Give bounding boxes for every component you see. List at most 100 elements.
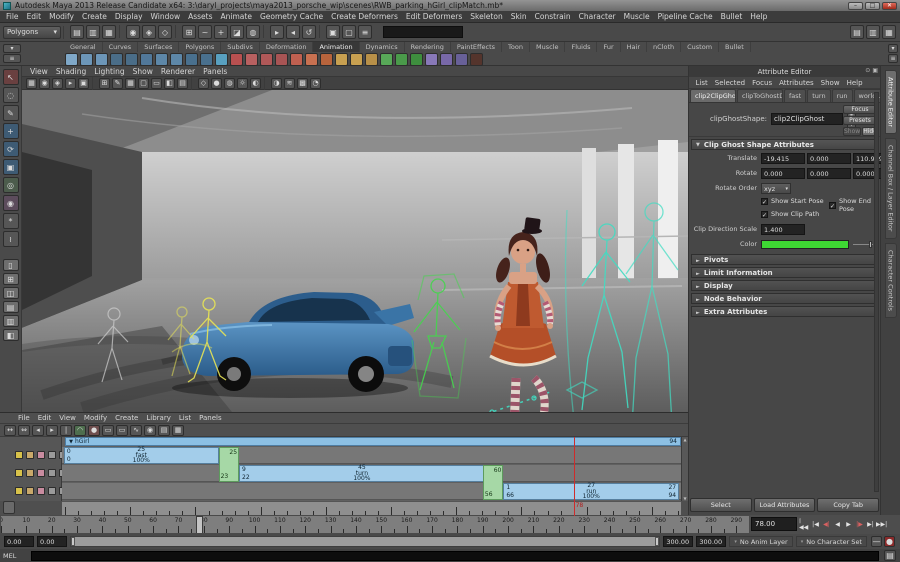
shelf-tab-subdivs[interactable]: Subdivs [221, 42, 260, 52]
set-driven-key-icon[interactable] [230, 53, 243, 66]
shelf-tab-menu-icon[interactable]: ▾ [3, 44, 21, 53]
range-slider[interactable] [70, 536, 660, 547]
shelf-tab-curves[interactable]: Curves [103, 42, 139, 52]
track-lock-icon[interactable] [37, 451, 45, 459]
show-button[interactable]: Show [843, 127, 861, 136]
range-start-handle[interactable] [71, 537, 75, 546]
hold-current-keys-icon[interactable] [140, 53, 153, 66]
shelf-item-menu-icon[interactable]: ≡ [3, 54, 21, 63]
trax-menu-view[interactable]: View [55, 414, 80, 422]
menu-display[interactable]: Display [111, 12, 147, 21]
viewport-menu-lighting[interactable]: Lighting [90, 67, 128, 76]
side-tab-channel-box-layer-editor[interactable]: Channel Box / Layer Editor [885, 138, 897, 239]
track-up-icon[interactable] [48, 451, 56, 459]
play-forward-icon[interactable]: ▶ [843, 518, 854, 530]
grid-toggle-icon[interactable]: ▦ [125, 78, 136, 89]
go-to-start-icon[interactable]: |◀◀ [799, 518, 810, 530]
track-lock-icon[interactable] [37, 487, 45, 495]
nonlinear-wave-icon[interactable] [410, 53, 423, 66]
trax-scrollbar[interactable]: ▲▼ [681, 437, 688, 501]
ae-tab-fast[interactable]: fast [784, 89, 806, 102]
create-clip-icon[interactable] [155, 53, 168, 66]
snap-to-curve-icon[interactable]: ~ [198, 25, 212, 39]
lattice-deformer-icon[interactable] [260, 53, 273, 66]
nonlinear-twist-icon[interactable] [395, 53, 408, 66]
trax-move-clip-icon[interactable]: ↔ [4, 425, 16, 436]
item-copy-tab[interactable]: Copy Tab [817, 498, 879, 512]
viewport-menu-panels[interactable]: Panels [199, 67, 231, 76]
ae-menu-focus[interactable]: Focus [749, 79, 776, 87]
single-pane-layout-icon[interactable]: ▯ [3, 259, 19, 271]
item-select[interactable]: Select [690, 498, 752, 512]
render-current-frame-icon[interactable]: ▣ [326, 25, 340, 39]
nonlinear-sine-icon[interactable] [365, 53, 378, 66]
set-breakdown-icon[interactable] [125, 53, 138, 66]
clip-direction-scale-field[interactable] [761, 224, 805, 235]
ik-spline-handle-icon[interactable] [95, 53, 108, 66]
track-mute-icon[interactable] [15, 487, 23, 495]
film-gate-icon[interactable]: ▢ [138, 78, 149, 89]
minimize-button[interactable]: – [848, 2, 863, 10]
make-live-icon[interactable]: ◍ [246, 25, 260, 39]
2d-pan-zoom-icon[interactable]: ⊞ [99, 78, 110, 89]
camera-attributes-icon[interactable]: ◈ [52, 78, 63, 89]
screen-space-ao-icon[interactable]: ◑ [271, 78, 282, 89]
menu-modify[interactable]: Modify [45, 12, 78, 21]
snap-to-grid-icon[interactable]: ⊞ [182, 25, 196, 39]
shelf-tab-hair[interactable]: Hair [621, 42, 647, 52]
menu-create-deformers[interactable]: Create Deformers [327, 12, 402, 21]
time-slider[interactable]: 0102030405060708090100110120130140150160… [0, 515, 750, 534]
rotate-x-field[interactable] [761, 168, 805, 179]
move-tool-icon[interactable]: + [3, 123, 19, 139]
graph-editor-icon[interactable] [440, 53, 453, 66]
image-plane-icon[interactable]: ▣ [78, 78, 89, 89]
select-by-hierarchy-icon[interactable]: ◉ [126, 25, 140, 39]
shelf-tab-muscle[interactable]: Muscle [530, 42, 566, 52]
universal-manipulator-icon[interactable]: ◎ [3, 177, 19, 193]
anim-layer-selector[interactable]: No Anim Layer [729, 536, 792, 547]
section-node-behavior[interactable]: Node Behavior [691, 293, 878, 304]
shelf-tab-fur[interactable]: Fur [597, 42, 620, 52]
shelf-tab-ncloth[interactable]: nCloth [647, 42, 681, 52]
scene-new-icon[interactable]: ▤ [70, 25, 84, 39]
ae-tab-run[interactable]: run [832, 89, 853, 102]
channel-box-toggle-icon[interactable]: ▤ [850, 25, 864, 39]
current-time-field[interactable]: 78.00 [751, 517, 797, 531]
lock-camera-icon[interactable]: ◉ [39, 78, 50, 89]
step-forward-frame-icon[interactable]: |▶ [854, 518, 865, 530]
persp-trax-layout-icon[interactable]: ◧ [3, 329, 19, 341]
resolution-gate-icon[interactable]: ▭ [151, 78, 162, 89]
menu-create[interactable]: Create [78, 12, 111, 21]
blend-shape-icon[interactable] [275, 53, 288, 66]
shelf-tab-polygons[interactable]: Polygons [179, 42, 221, 52]
presets-button[interactable]: Presets [843, 116, 877, 125]
lock-icon[interactable] [3, 501, 15, 514]
shelf-tab-toon[interactable]: Toon [502, 42, 530, 52]
jiggle-deformer-icon[interactable] [320, 53, 333, 66]
track-lock-icon[interactable] [37, 469, 45, 477]
ae-tab-cliptoghostdata1[interactable]: clipToGhostData1 [737, 89, 783, 102]
wireframe-mode-icon[interactable]: ◇ [198, 78, 209, 89]
trax-graph-curves-icon[interactable]: ∿ [130, 425, 142, 436]
trax-frame-all-icon[interactable]: ▭ [102, 425, 114, 436]
trax-trim-before-icon[interactable]: ◂ [32, 425, 44, 436]
menu-geometry-cache[interactable]: Geometry Cache [256, 12, 327, 21]
range-end-handle[interactable] [655, 537, 659, 546]
trax-menu-library[interactable]: Library [142, 414, 174, 422]
nonlinear-squash-icon[interactable] [380, 53, 393, 66]
shelf-tab-surfaces[interactable]: Surfaces [138, 42, 179, 52]
multisample-aa-icon[interactable]: ▩ [297, 78, 308, 89]
menu-character[interactable]: Character [575, 12, 620, 21]
current-time-indicator[interactable] [574, 437, 575, 516]
shelf-tab-rendering[interactable]: Rendering [405, 42, 451, 52]
ae-menu-show[interactable]: Show [817, 79, 843, 87]
quick-selection-input[interactable] [383, 26, 463, 38]
animation-end-field[interactable] [696, 536, 726, 547]
use-all-lights-icon[interactable]: ☼ [237, 78, 248, 89]
trax-clip-turn[interactable]: 45turn100%922 [239, 465, 485, 482]
create-pose-icon[interactable] [170, 53, 183, 66]
item-load-attributes[interactable]: Load Attributes [754, 498, 816, 512]
menu-help[interactable]: Help [746, 12, 771, 21]
go-to-end-icon[interactable]: ▶▶| [876, 518, 887, 530]
last-tool-used-icon[interactable]: ≀ [3, 231, 19, 247]
